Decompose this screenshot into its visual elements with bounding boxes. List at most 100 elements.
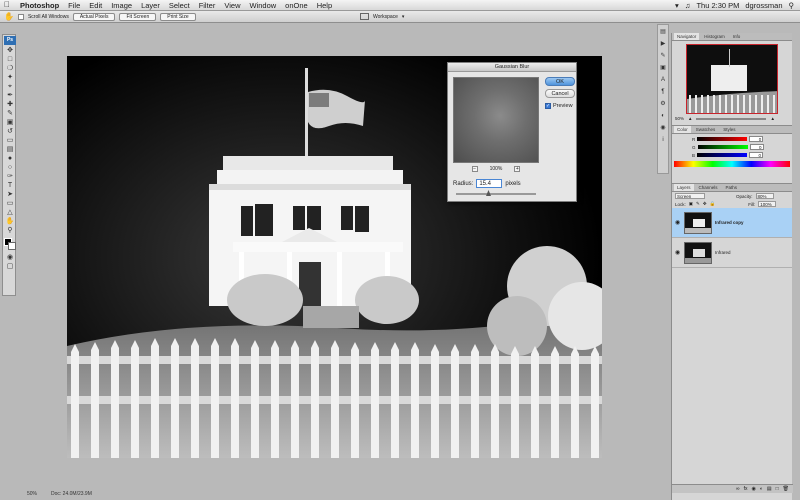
- actual-pixels-button[interactable]: Actual Pixels: [72, 12, 116, 21]
- layer-style-icon[interactable]: fx: [744, 486, 748, 492]
- fit-screen-button[interactable]: Fit Screen: [119, 12, 157, 21]
- navigator-zoom-slider[interactable]: [696, 117, 767, 120]
- eyedropper-icon[interactable]: ✒: [5, 91, 15, 100]
- new-layer-icon[interactable]: □: [776, 486, 779, 492]
- visibility-eye-icon[interactable]: ◉: [675, 249, 681, 256]
- scroll-all-windows-checkbox[interactable]: [17, 13, 24, 20]
- add-mask-icon[interactable]: ◉: [751, 486, 755, 492]
- menu-help[interactable]: Help: [317, 1, 332, 10]
- wifi-icon[interactable]: ▾: [675, 1, 679, 10]
- opacity-input[interactable]: 80%: [755, 193, 774, 199]
- screen-mode-icon[interactable]: ▢: [5, 262, 15, 271]
- paragraph-icon[interactable]: ¶: [658, 87, 668, 97]
- tool-presets-icon[interactable]: ⚙: [658, 99, 668, 109]
- color-swatches[interactable]: [4, 238, 16, 250]
- layer-row-infrared[interactable]: ◉ Infrared: [672, 238, 792, 268]
- clock[interactable]: Thu 2:30 PM: [696, 1, 739, 10]
- print-size-button[interactable]: Print Size: [160, 12, 196, 21]
- zoom-in-button[interactable]: +: [514, 166, 521, 172]
- radius-slider[interactable]: [456, 190, 536, 196]
- history-brush-icon[interactable]: ↺: [5, 127, 15, 136]
- blue-value[interactable]: 0: [749, 152, 764, 158]
- trash-icon[interactable]: 🗑: [783, 486, 789, 492]
- menu-edit[interactable]: Edit: [89, 1, 102, 10]
- tab-channels[interactable]: Channels: [696, 184, 721, 191]
- crop-tool-icon[interactable]: ⌖: [5, 82, 15, 91]
- menu-app[interactable]: Photoshop: [20, 1, 59, 10]
- tab-histogram[interactable]: Histogram: [701, 33, 728, 40]
- blend-mode-select[interactable]: Screen: [675, 193, 705, 199]
- hand-tool-icon[interactable]: ✋: [5, 217, 15, 226]
- marquee-tool-icon[interactable]: □: [5, 55, 15, 64]
- workspace-switcher[interactable]: Workspace ▾: [360, 13, 404, 20]
- menu-view[interactable]: View: [224, 1, 240, 10]
- history-icon[interactable]: ▤: [658, 27, 668, 37]
- eraser-icon[interactable]: ▭: [5, 136, 15, 145]
- user-name[interactable]: dgrossman: [745, 1, 782, 10]
- navigator-thumbnail[interactable]: [686, 44, 778, 114]
- tab-layers[interactable]: Layers: [674, 184, 694, 191]
- path-select-icon[interactable]: ➤: [5, 190, 15, 199]
- menu-layer[interactable]: Layer: [141, 1, 160, 10]
- red-value[interactable]: 0: [749, 136, 764, 142]
- red-slider[interactable]: [697, 137, 748, 141]
- navigator-zoom[interactable]: 50%: [675, 116, 684, 121]
- healing-brush-icon[interactable]: ✚: [5, 100, 15, 109]
- tab-paths[interactable]: Paths: [723, 184, 741, 191]
- layer-name[interactable]: Infrared: [715, 250, 731, 255]
- new-group-icon[interactable]: ▤: [767, 486, 772, 492]
- zoom-out-button[interactable]: −: [471, 166, 478, 172]
- blue-slider[interactable]: [697, 153, 748, 157]
- menu-image[interactable]: Image: [111, 1, 132, 10]
- magic-wand-icon[interactable]: ✦: [5, 73, 15, 82]
- lock-all-icon[interactable]: 🔒: [710, 201, 716, 207]
- lock-pixels-icon[interactable]: ✎: [696, 201, 700, 207]
- ok-button[interactable]: OK: [545, 77, 575, 86]
- gradient-tool-icon[interactable]: ▤: [5, 145, 15, 154]
- brushes-icon[interactable]: ✎: [658, 51, 668, 61]
- tab-info[interactable]: Info: [730, 33, 744, 40]
- menu-select[interactable]: Select: [169, 1, 190, 10]
- spotlight-icon[interactable]: ⚲: [789, 1, 795, 10]
- clone-stamp-icon[interactable]: ▣: [5, 118, 15, 127]
- apple-icon[interactable]: : [4, 1, 12, 9]
- fill-input[interactable]: 100%: [758, 201, 777, 207]
- blur-tool-icon[interactable]: ●: [5, 154, 15, 163]
- radius-input[interactable]: 15.4: [476, 179, 503, 188]
- visibility-eye-icon[interactable]: ◉: [675, 219, 681, 226]
- type-tool-icon[interactable]: T: [5, 181, 15, 190]
- link-layers-icon[interactable]: ∞: [736, 486, 740, 492]
- adjustment-layer-icon[interactable]: ◐: [760, 486, 763, 492]
- dodge-tool-icon[interactable]: ○: [5, 163, 15, 172]
- radius-slider-thumb[interactable]: [486, 190, 491, 196]
- lock-transparency-icon[interactable]: ▣: [689, 201, 693, 207]
- tab-swatches[interactable]: Swatches: [693, 126, 719, 133]
- menu-filter[interactable]: Filter: [199, 1, 216, 10]
- cancel-button[interactable]: Cancel: [545, 89, 575, 98]
- zoom-out-icon[interactable]: ▲: [688, 116, 692, 121]
- tab-styles[interactable]: Styles: [720, 126, 738, 133]
- checkmark-icon[interactable]: ✓: [545, 103, 551, 109]
- actions-icon[interactable]: ▶: [658, 39, 668, 49]
- info-icon[interactable]: i: [658, 135, 668, 145]
- green-value[interactable]: 0: [749, 144, 764, 150]
- adjustments-icon[interactable]: ◐: [658, 111, 668, 121]
- pen-tool-icon[interactable]: ✑: [5, 172, 15, 181]
- menu-onone[interactable]: onOne: [285, 1, 308, 10]
- quick-mask-icon[interactable]: ◉: [5, 253, 15, 262]
- green-slider[interactable]: [697, 145, 748, 149]
- clone-source-icon[interactable]: ▣: [658, 63, 668, 73]
- color-spectrum[interactable]: [674, 161, 790, 167]
- lasso-tool-icon[interactable]: ❍: [5, 64, 15, 73]
- preview-checkbox[interactable]: ✓ Preview: [545, 103, 573, 109]
- zoom-tool-icon[interactable]: ⚲: [5, 226, 15, 235]
- volume-icon[interactable]: ♫: [685, 1, 691, 10]
- blur-preview[interactable]: [453, 77, 539, 163]
- character-icon[interactable]: A: [658, 75, 668, 85]
- 3d-tool-icon[interactable]: △: [5, 208, 15, 217]
- layer-row-infrared-copy[interactable]: ◉ Infrared copy: [672, 208, 792, 238]
- tab-navigator[interactable]: Navigator: [674, 33, 700, 40]
- menu-window[interactable]: Window: [249, 1, 276, 10]
- zoom-level[interactable]: 50%: [27, 491, 37, 497]
- lock-position-icon[interactable]: ✥: [703, 201, 707, 207]
